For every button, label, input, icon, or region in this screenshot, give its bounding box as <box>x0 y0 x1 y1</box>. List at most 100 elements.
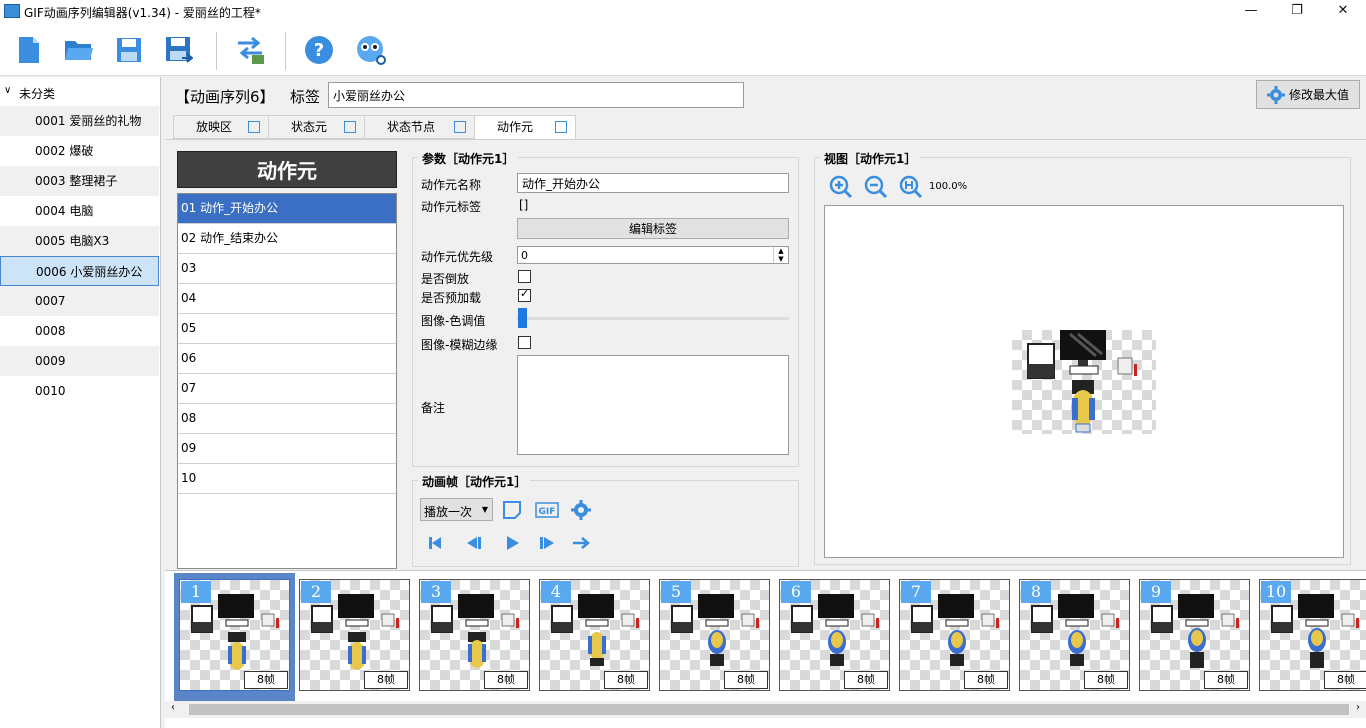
list-item[interactable]: 08 <box>178 404 396 434</box>
frame-thumb[interactable]: 10 8帧 <box>1259 579 1366 691</box>
tab-screening[interactable]: 放映区 <box>173 115 269 139</box>
save-as-button[interactable] <box>162 32 196 68</box>
horizontal-scrollbar[interactable]: ‹ › <box>165 701 1366 718</box>
save-button[interactable] <box>112 32 146 68</box>
frame-thumb[interactable]: 7 8帧 <box>899 579 1010 691</box>
list-item[interactable]: 03 <box>178 254 396 284</box>
frame-number: 6 <box>781 581 811 603</box>
save-icon <box>117 38 141 62</box>
list-item[interactable]: 04 <box>178 284 396 314</box>
tree-item[interactable]: 0004 电脑 <box>0 196 159 226</box>
spinner-arrows-icon[interactable]: ▲ ▼ <box>773 247 788 263</box>
tree-item[interactable]: 0003 整理裙子 <box>0 166 159 196</box>
new-file-button[interactable] <box>12 32 46 68</box>
frame-settings-button[interactable] <box>571 500 591 523</box>
frame-thumb[interactable]: 8 8帧 <box>1019 579 1130 691</box>
zoom-in-button[interactable] <box>829 175 853 202</box>
tab-state-node[interactable]: 状态节点 <box>364 115 475 139</box>
zoom-out-button[interactable] <box>864 175 888 202</box>
frame-number: 9 <box>1141 581 1171 603</box>
frame-duration[interactable]: 8帧 <box>364 671 408 689</box>
view-title: 视图［动作元1］ <box>820 150 921 167</box>
play-icon <box>507 536 519 550</box>
tree-root[interactable]: ∨ 未分类 <box>0 83 160 103</box>
frame-thumb[interactable]: 5 8帧 <box>659 579 770 691</box>
edit-tag-button[interactable]: 编辑标签 <box>517 218 789 239</box>
frame-thumb[interactable]: 1 8帧 <box>179 579 290 691</box>
frame-thumb[interactable]: 9 8帧 <box>1139 579 1250 691</box>
frame-duration[interactable]: 8帧 <box>964 671 1008 689</box>
convert-button[interactable] <box>233 32 267 68</box>
frame-duration[interactable]: 8帧 <box>484 671 528 689</box>
reverse-label: 是否倒放 <box>421 272 470 286</box>
settings-icon <box>571 500 591 520</box>
list-item[interactable]: 05 <box>178 314 396 344</box>
scroll-left-icon[interactable]: ‹ <box>171 702 175 713</box>
prev-frame-button[interactable] <box>465 535 483 554</box>
frame-duration[interactable]: 8帧 <box>244 671 288 689</box>
list-item[interactable]: 07 <box>178 374 396 404</box>
checkmark-icon: ✓ <box>520 287 530 300</box>
play-button[interactable] <box>505 535 521 554</box>
loop-button[interactable] <box>572 535 590 554</box>
tree-item[interactable]: 0007 <box>0 286 159 316</box>
minimize-button[interactable]: — <box>1228 0 1274 24</box>
edit-max-button[interactable]: 修改最大值 <box>1256 80 1360 109</box>
frame-thumb[interactable]: 4 8帧 <box>539 579 650 691</box>
next-frame-button[interactable] <box>538 535 556 554</box>
list-item[interactable]: 01 动作_开始办公 <box>178 194 396 224</box>
toolbar-separator <box>216 32 217 70</box>
first-frame-button[interactable] <box>427 535 443 554</box>
tree-item[interactable]: 0001 爱丽丝的礼物 <box>0 106 159 136</box>
view-canvas[interactable] <box>824 205 1344 558</box>
frame-thumb[interactable]: 3 8帧 <box>419 579 530 691</box>
preload-checkbox[interactable]: ✓ <box>518 287 531 302</box>
sprite-preview <box>1012 330 1156 434</box>
tag-input[interactable] <box>328 82 744 108</box>
list-item[interactable]: 06 <box>178 344 396 374</box>
edit-max-label: 修改最大值 <box>1288 88 1349 102</box>
note-label: 备注 <box>421 401 446 415</box>
help-button[interactable]: ? <box>302 32 336 68</box>
tree-item[interactable]: 0002 爆破 <box>0 136 159 166</box>
hue-slider-thumb[interactable] <box>518 308 527 328</box>
tree-item-selected[interactable]: 0006 小爱丽丝办公 <box>0 256 159 286</box>
about-button[interactable] <box>354 32 388 68</box>
close-button[interactable]: ✕ <box>1320 0 1366 24</box>
scroll-right-icon[interactable]: › <box>1356 702 1360 713</box>
list-item[interactable]: 09 <box>178 434 396 464</box>
frame-duration[interactable]: 8帧 <box>1084 671 1128 689</box>
gif-button[interactable]: GIF <box>535 502 559 521</box>
hue-slider-track[interactable] <box>517 317 789 320</box>
frame-duration[interactable]: 8帧 <box>1324 671 1366 689</box>
scrollbar-thumb[interactable] <box>189 704 1349 715</box>
tree-item[interactable]: 0010 <box>0 376 159 406</box>
open-button[interactable] <box>62 32 96 68</box>
restore-button[interactable]: ❐ <box>1274 0 1320 24</box>
tree-item[interactable]: 0008 <box>0 316 159 346</box>
toolbar-separator <box>285 32 286 70</box>
priority-spinner[interactable]: 0 ▲ ▼ <box>517 246 789 264</box>
frame-duration[interactable]: 8帧 <box>724 671 768 689</box>
list-item[interactable]: 10 <box>178 464 396 494</box>
reverse-checkbox[interactable] <box>518 270 531 283</box>
zoom-fit-icon <box>899 175 923 199</box>
frame-duration[interactable]: 8帧 <box>1204 671 1248 689</box>
frame-duration[interactable]: 8帧 <box>844 671 888 689</box>
name-input[interactable] <box>517 173 789 193</box>
frame-duration[interactable]: 8帧 <box>604 671 648 689</box>
play-mode-value: 播放一次 <box>424 505 473 519</box>
blur-checkbox[interactable] <box>518 336 531 349</box>
chevron-down-icon[interactable]: ∨ <box>4 85 11 96</box>
tab-state[interactable]: 状态元 <box>268 115 365 139</box>
tree-item[interactable]: 0009 <box>0 346 159 376</box>
list-item[interactable]: 02 动作_结束办公 <box>178 224 396 254</box>
tree-item[interactable]: 0005 电脑X3 <box>0 226 159 256</box>
frame-thumb[interactable]: 2 8帧 <box>299 579 410 691</box>
play-mode-select[interactable]: 播放一次 ▼ <box>420 498 493 521</box>
note-textarea[interactable] <box>517 355 789 455</box>
frame-thumb[interactable]: 6 8帧 <box>779 579 890 691</box>
zoom-fit-button[interactable] <box>899 175 923 202</box>
new-frame-button[interactable] <box>503 501 521 522</box>
tab-action[interactable]: 动作元 <box>474 115 576 140</box>
